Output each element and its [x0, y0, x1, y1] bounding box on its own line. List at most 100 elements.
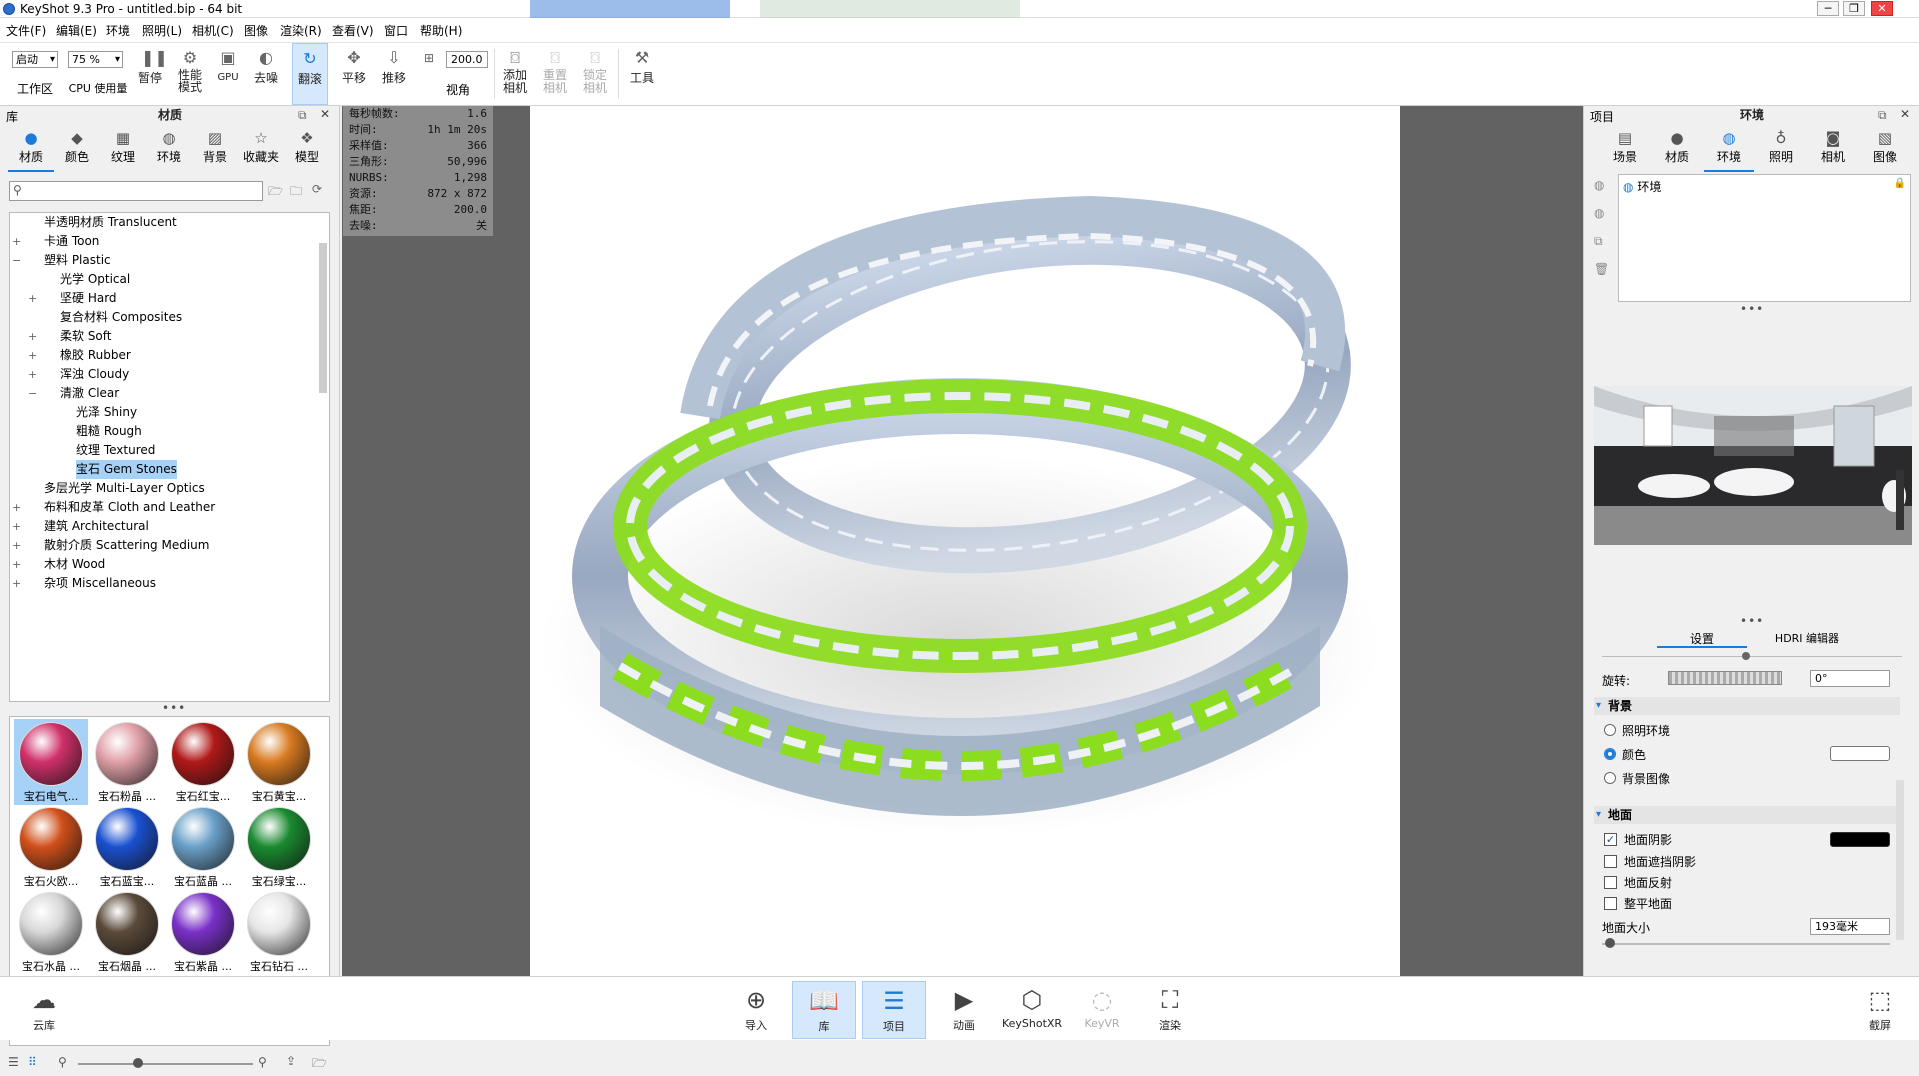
gpu-button[interactable]: ▣ GPU — [212, 43, 244, 105]
material-thumbnail[interactable]: 宝石紫晶 ... — [166, 889, 240, 975]
tree-item[interactable]: 半透明材质 Translucent — [10, 213, 320, 232]
tree-expander-icon[interactable]: + — [12, 498, 22, 517]
tumble-button[interactable]: ↻ 翻滚 — [292, 43, 328, 105]
menu-window[interactable]: 窗口 — [384, 22, 408, 39]
close-panel-icon[interactable]: ✕ — [320, 107, 330, 121]
pause-button[interactable]: ❚❚ 暂停 — [134, 43, 168, 105]
background-window-tab[interactable] — [530, 0, 730, 18]
tree-expander-icon[interactable]: + — [12, 574, 22, 593]
hdri-scrollbar[interactable] — [1896, 470, 1904, 530]
tools-button[interactable]: ⚒ 工具 — [624, 43, 660, 105]
project-button[interactable]: ☰ 项目 — [862, 981, 926, 1039]
tree-item[interactable]: + 坚硬 Hard — [10, 289, 320, 308]
checkbox-ground-reflections[interactable] — [1604, 876, 1617, 889]
menu-camera[interactable]: 相机(C) — [192, 22, 234, 39]
undock-icon[interactable]: ⧉ — [298, 108, 307, 123]
reset-camera-button[interactable]: ⌼ 重置 相机 — [538, 43, 572, 105]
ground-size-input[interactable]: 193毫米 — [1810, 918, 1890, 935]
list-view-icon[interactable]: ☰ — [8, 1055, 19, 1069]
cpu-usage-select[interactable]: 75 % — [68, 51, 123, 68]
menu-file[interactable]: 文件(F) — [6, 22, 46, 39]
library-button[interactable]: 📖 库 — [792, 981, 856, 1039]
tree-item[interactable]: + 散射介质 Scattering Medium — [10, 536, 320, 555]
material-thumbnail[interactable]: 宝石绿宝... — [242, 804, 316, 890]
render-button[interactable]: ⛶ 渲染 — [1138, 981, 1202, 1039]
background-window-tab-2[interactable] — [760, 0, 1020, 18]
ground-size-slider[interactable] — [1602, 943, 1890, 945]
checkbox-ground-occlusion[interactable] — [1604, 855, 1617, 868]
tree-expander-icon[interactable]: + — [12, 232, 22, 251]
settings-scroll-handle[interactable] — [1742, 652, 1750, 660]
tree-item[interactable]: 多层光学 Multi-Layer Optics — [10, 479, 320, 498]
delete-trash-icon[interactable]: 🗑 — [1594, 262, 1609, 276]
radio-background-image[interactable] — [1604, 772, 1616, 784]
thumbnail-size-slider[interactable] — [78, 1063, 253, 1065]
add-environment-icon[interactable]: ◍ — [1594, 178, 1604, 192]
refresh-icon[interactable]: ⟳ — [312, 182, 322, 196]
undock-icon[interactable]: ⧉ — [1878, 108, 1887, 123]
slider-handle[interactable] — [133, 1058, 143, 1068]
minimize-button[interactable]: ─ — [1817, 1, 1839, 16]
tab-favorites[interactable]: ☆ 收藏夹 — [238, 128, 284, 172]
import-folder-icon[interactable]: 🗁 — [268, 182, 283, 203]
copy-environment-icon[interactable]: ⧉ — [1594, 234, 1603, 249]
tab-project-environment[interactable]: ◍ 环境 — [1704, 128, 1754, 172]
tree-expander-icon[interactable]: + — [28, 327, 38, 346]
radio-lighting-environment[interactable] — [1604, 724, 1616, 736]
material-thumbnail[interactable]: 宝石蓝宝... — [90, 804, 164, 890]
tree-item[interactable]: + 杂项 Miscellaneous — [10, 574, 320, 593]
animation-button[interactable]: ▶ 动画 — [932, 981, 996, 1039]
tree-item[interactable]: + 浑浊 Cloudy — [10, 365, 320, 384]
material-thumbnail[interactable]: 宝石电气... — [14, 719, 88, 805]
render-canvas[interactable] — [530, 106, 1400, 976]
tree-expander-icon[interactable]: + — [12, 536, 22, 555]
tree-expander-icon[interactable]: + — [12, 517, 22, 536]
tree-item[interactable]: + 木材 Wood — [10, 555, 320, 574]
tab-camera[interactable]: ◙ 相机 — [1808, 128, 1858, 172]
subtab-hdri-editor[interactable]: HDRI 编辑器 — [1752, 630, 1862, 648]
screenshot-button[interactable]: ⬚ 截屏 — [1848, 981, 1912, 1039]
tree-item[interactable]: 粗糙 Rough — [10, 422, 320, 441]
tab-scene[interactable]: ▤ 场景 — [1600, 128, 1650, 172]
lock-icon[interactable]: 🔒 — [1894, 178, 1906, 189]
tree-expander-icon[interactable]: − — [28, 384, 38, 403]
tab-textures[interactable]: ▦ 纹理 — [100, 128, 146, 172]
tree-item[interactable]: 光泽 Shiny — [10, 403, 320, 422]
keyshotxr-button[interactable]: ⬡ KeyShotXR — [1000, 981, 1064, 1039]
tree-item[interactable]: − 塑料 Plastic — [10, 251, 320, 270]
tree-item[interactable]: + 卡通 Toon — [10, 232, 320, 251]
menu-render[interactable]: 渲染(R) — [280, 22, 322, 39]
splitter-handle-2[interactable]: ••• — [1740, 614, 1764, 628]
menu-edit[interactable]: 编辑(E) — [56, 22, 97, 39]
tree-item[interactable]: + 橡胶 Rubber — [10, 346, 320, 365]
subtab-settings[interactable]: 设置 — [1657, 630, 1747, 648]
denoise-button[interactable]: ◐ 去噪 — [250, 43, 282, 105]
radio-color[interactable] — [1604, 748, 1616, 760]
menu-environment[interactable]: 环境 — [106, 22, 130, 39]
folder-icon[interactable]: 🗁 — [312, 1054, 327, 1075]
tree-item[interactable]: 纹理 Textured — [10, 441, 320, 460]
splitter-handle[interactable]: ••• — [1740, 302, 1764, 316]
menu-help[interactable]: 帮助(H) — [420, 22, 462, 39]
tree-expander-icon[interactable]: − — [12, 251, 22, 270]
tree-item[interactable]: 宝石 Gem Stones — [10, 460, 320, 479]
tree-item[interactable]: + 布料和皮革 Cloth and Leather — [10, 498, 320, 517]
menu-image[interactable]: 图像 — [244, 22, 268, 39]
environment-list-item[interactable]: ◍ 环境 — [1623, 178, 1661, 194]
tree-item[interactable]: + 建筑 Architectural — [10, 517, 320, 536]
library-search-input[interactable]: ⚲ — [9, 181, 263, 201]
close-panel-icon[interactable]: ✕ — [1900, 107, 1910, 121]
rotation-input[interactable]: 0° — [1810, 670, 1890, 687]
maximize-button[interactable]: ❐ — [1843, 1, 1865, 16]
tab-project-materials[interactable]: ● 材质 — [1652, 128, 1702, 172]
tab-models[interactable]: ❖ 模型 — [284, 128, 330, 172]
grid-view-icon[interactable]: ⠿ — [28, 1055, 37, 1069]
background-color-swatch[interactable] — [1830, 746, 1890, 761]
lock-camera-button[interactable]: ⌼ 锁定 相机 — [578, 43, 612, 105]
tab-materials[interactable]: ● 材质 — [8, 128, 54, 172]
material-thumbnail[interactable]: 宝石粉晶 ... — [90, 719, 164, 805]
rotation-dial[interactable] — [1668, 671, 1782, 685]
menu-view[interactable]: 查看(V) — [332, 22, 374, 39]
import-button[interactable]: ⊕ 导入 — [724, 981, 788, 1039]
performance-mode-button[interactable]: ⚙ 性能 模式 — [170, 43, 210, 105]
